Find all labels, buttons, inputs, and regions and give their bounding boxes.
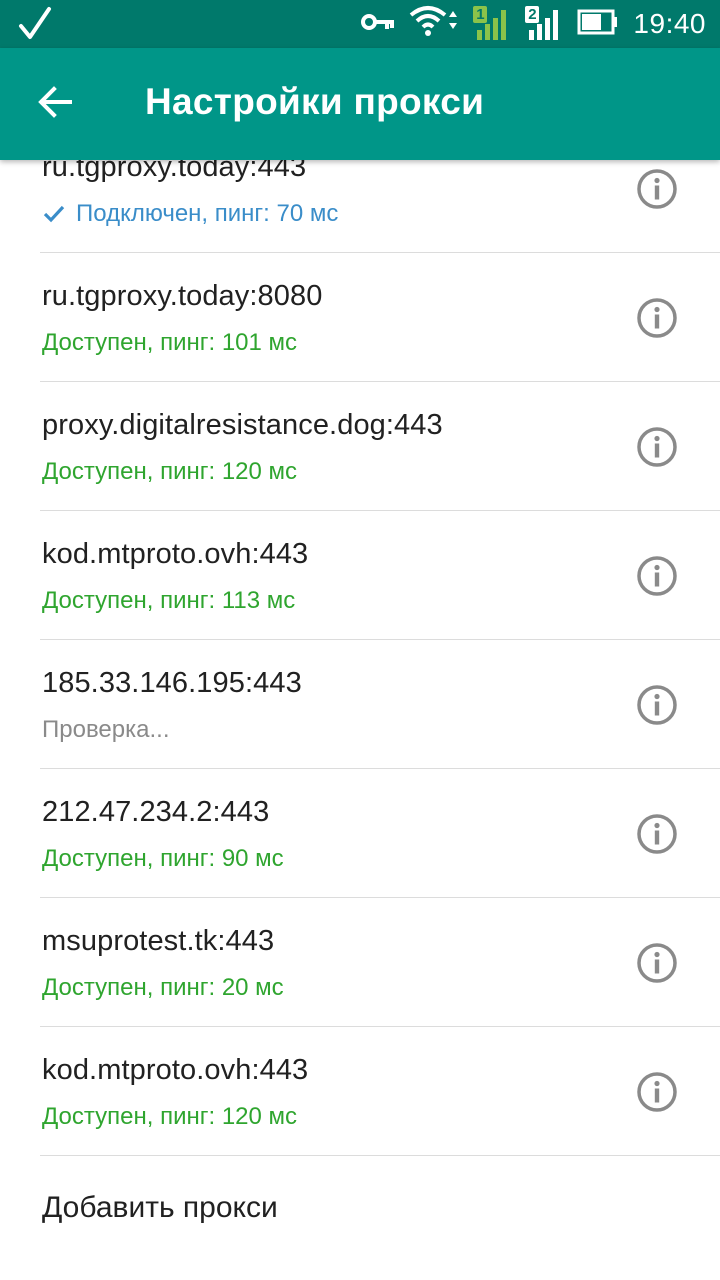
add-proxy-button[interactable]: Добавить прокси [0,1156,720,1260]
proxy-host: ru.tgproxy.today:8080 [42,280,323,312]
signal-sim1-icon: 1 [473,6,511,42]
proxy-host: kod.mtproto.ovh:443 [42,1054,309,1086]
proxy-host: kod.mtproto.ovh:443 [42,538,309,570]
proxy-row[interactable]: ru.tgproxy.today:8080 Доступен, пинг: 101… [0,253,720,382]
proxy-row[interactable]: kod.mtproto.ovh:443 Доступен, пинг: 113 м… [0,511,720,640]
signal-sim2-icon: 2 [525,6,563,42]
proxy-status: Доступен, пинг: 101 мс [42,329,297,357]
status-bar: 1 2 19:40 [0,0,720,48]
proxy-row[interactable]: proxy.digitalresistance.dog:443 Доступен,… [0,382,720,511]
battery-icon [577,9,619,40]
info-icon[interactable] [636,168,678,210]
check-icon [18,6,52,47]
info-icon[interactable] [636,942,678,984]
proxy-status: Доступен, пинг: 120 мс [42,1103,297,1131]
back-button[interactable] [26,76,84,132]
proxy-host: msuprotest.tk:443 [42,925,275,957]
info-icon[interactable] [636,555,678,597]
proxy-status-text: Доступен, пинг: 90 мс [42,845,284,872]
proxy-status: Доступен, пинг: 113 мс [42,587,295,615]
proxy-host: 212.47.234.2:443 [42,796,270,828]
proxy-status: Доступен, пинг: 20 мс [42,974,284,1002]
proxy-status: Подключен, пинг: 70 мс [42,200,338,228]
proxy-status-text: Доступен, пинг: 120 мс [42,1103,298,1130]
proxy-status: Доступен, пинг: 120 мс [42,458,297,486]
info-icon[interactable] [636,1071,678,1113]
proxy-row[interactable]: kod.mtproto.ovh:443 Доступен, пинг: 120 м… [0,1027,720,1156]
page-title: Настройки прокси [145,81,485,122]
checkmark-icon [42,202,66,226]
proxy-row[interactable]: msuprotest.tk:443 Доступен, пинг: 20 мс [0,898,720,1027]
proxy-row[interactable]: 185.33.146.195:443 Проверка... [0,640,720,769]
proxy-status: Проверка... [42,716,170,744]
info-icon[interactable] [636,813,678,855]
add-proxy-label: Добавить прокси [42,1191,278,1224]
proxy-list: ru.tgproxy.today:443 Подключен, пинг: 70 … [0,124,720,1156]
info-icon[interactable] [636,297,678,339]
arrow-back-icon [37,84,73,125]
key-icon [361,11,395,38]
proxy-status-text: Подключен, пинг: 70 мс [76,200,339,227]
proxy-host: proxy.digitalresistance.dog:443 [42,409,443,441]
proxy-host: 185.33.146.195:443 [42,667,302,699]
status-time: 19:40 [633,8,706,39]
proxy-status-text: Проверка... [42,716,170,743]
proxy-status-text: Доступен, пинг: 101 мс [42,329,298,356]
info-icon[interactable] [636,426,678,468]
proxy-status-text: Доступен, пинг: 20 мс [42,974,284,1001]
proxy-status: Доступен, пинг: 90 мс [42,845,284,873]
app-bar: Настройки прокси [0,48,720,160]
wifi-icon [409,5,459,44]
proxy-status-text: Доступен, пинг: 113 мс [42,587,296,614]
proxy-row[interactable]: 212.47.234.2:443 Доступен, пинг: 90 мс [0,769,720,898]
status-icons: 1 2 19:40 [361,0,706,48]
proxy-status-text: Доступен, пинг: 120 мс [42,458,298,485]
info-icon[interactable] [636,684,678,726]
